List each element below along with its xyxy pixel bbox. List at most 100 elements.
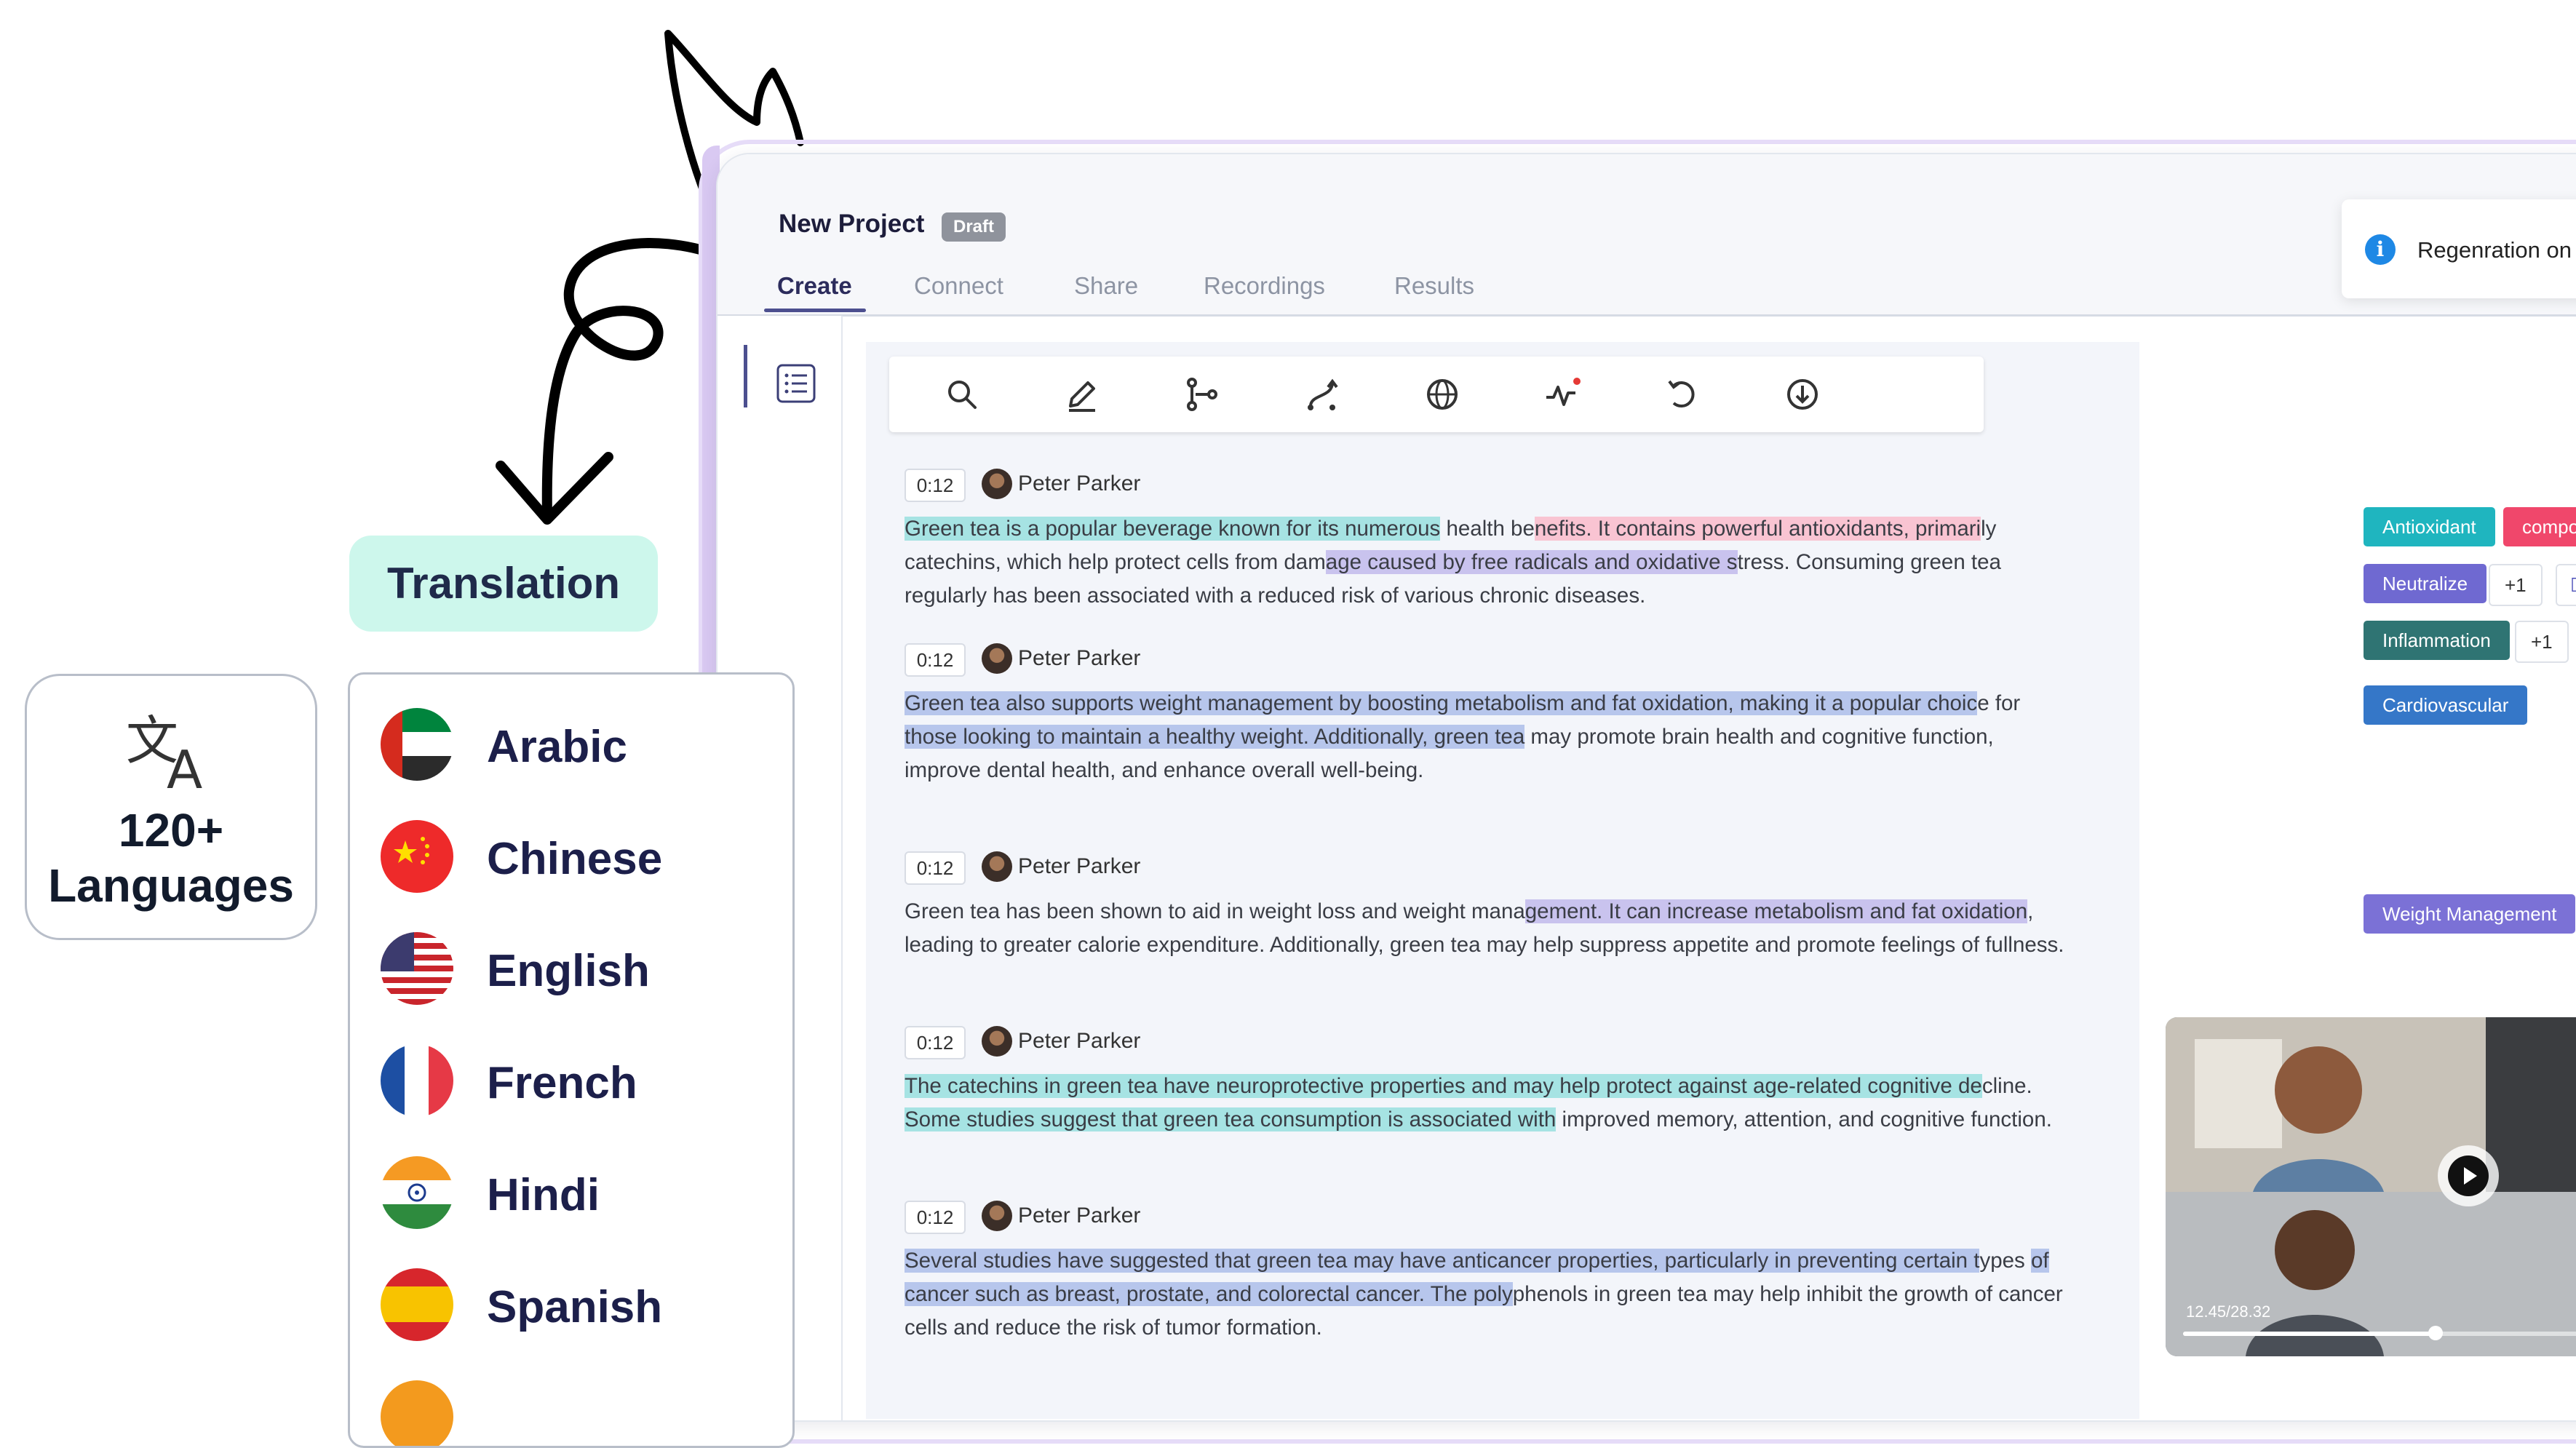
language-item[interactable]: Chinese	[381, 816, 788, 896]
tag-cardiovascular[interactable]: Cardiovascular	[2364, 685, 2528, 725]
language-name: Chinese	[487, 834, 663, 884]
tag-antioxidant[interactable]: Antioxidant	[2364, 507, 2495, 546]
play-icon	[2448, 1155, 2489, 1196]
tag-compound[interactable]: compound	[2503, 507, 2576, 546]
highlighted-phrase[interactable]: those looking to maintain a healthy weig…	[905, 725, 1525, 749]
comment-count-chip[interactable]: ☐ 2	[2556, 564, 2576, 606]
highlighted-phrase[interactable]: Green tea also supports weight managemen…	[905, 691, 1978, 715]
segment-timestamp[interactable]: 0:12	[905, 643, 966, 677]
video-scrubber-handle[interactable]	[2428, 1326, 2443, 1340]
text-run: ypes	[1979, 1249, 2031, 1273]
flag-icon	[381, 1380, 453, 1446]
project-title: New Project	[779, 210, 925, 238]
status-badge: Draft	[942, 212, 1006, 242]
spain-flag-icon	[381, 1268, 453, 1341]
language-list: Arabic Chinese English French Hindi Span…	[348, 672, 795, 1448]
toolbar	[889, 357, 1984, 432]
highlighted-phrase[interactable]: age caused by free radicals and oxidativ…	[1325, 550, 1738, 574]
text-run: improved memory, attention, and cognitiv…	[1556, 1107, 2052, 1131]
avatar	[982, 851, 1012, 882]
tab-results[interactable]: Results	[1394, 272, 1474, 300]
more-tags-chip[interactable]: +1	[2515, 621, 2569, 663]
segment-timestamp[interactable]: 0:12	[905, 1201, 966, 1234]
translation-label: Translation	[349, 536, 658, 632]
loop-arrow-doodle	[541, 238, 722, 522]
text-run: health be	[1440, 517, 1535, 541]
notice-text: Regenration on P	[2417, 237, 2576, 263]
segment-text[interactable]: Several studies have suggested that gree…	[905, 1244, 2069, 1345]
segment-timestamp[interactable]: 0:12	[905, 1026, 966, 1059]
segment-text[interactable]: Green tea is a popular beverage known fo…	[905, 512, 2069, 613]
language-name: Spanish	[487, 1282, 663, 1332]
project-header: New Project Draft Create Connect Share R…	[717, 154, 2576, 317]
language-item[interactable]: French	[381, 1040, 788, 1120]
highlighted-phrase[interactable]: The catechins in green tea have neuropro…	[905, 1074, 1982, 1098]
language-count-text: 120+ Languages	[27, 803, 315, 913]
china-flag-icon	[381, 820, 453, 893]
info-icon: i	[2365, 234, 2396, 265]
download-icon[interactable]	[1781, 373, 1824, 416]
play-button[interactable]	[2438, 1145, 2499, 1206]
language-count-label: Languages	[48, 859, 294, 912]
highlighted-phrase[interactable]: Some studies suggest that green tea cons…	[905, 1107, 1557, 1131]
avatar	[982, 1201, 1012, 1231]
text-run: Green tea has been shown to aid in weigh…	[905, 899, 1525, 923]
arrow-head-doodle	[496, 452, 613, 525]
tag-inflammation[interactable]: Inflammation	[2364, 621, 2510, 660]
segment-text[interactable]: Green tea also supports weight managemen…	[905, 687, 2069, 787]
avatar	[982, 643, 1012, 674]
language-item[interactable]: Arabic	[381, 704, 788, 784]
text-run: e for	[1977, 691, 2021, 715]
speaker-name: Peter Parker	[1018, 472, 1141, 496]
uae-flag-icon	[381, 708, 453, 781]
india-flag-icon	[381, 1156, 453, 1229]
language-count-number: 120+	[118, 804, 224, 856]
language-count-card: 文 A 120+ Languages	[25, 674, 317, 940]
tab-connect[interactable]: Connect	[914, 272, 1003, 300]
highlighted-phrase[interactable]: gement. It can increase metabolism and f…	[1524, 899, 2028, 923]
language-item-partial[interactable]	[381, 1376, 788, 1446]
search-icon[interactable]	[940, 373, 984, 416]
language-item[interactable]: English	[381, 928, 788, 1008]
speaker-name: Peter Parker	[1018, 1204, 1141, 1228]
branch-icon[interactable]	[1180, 373, 1224, 416]
highlighted-phrase[interactable]: Several studies have suggested that gree…	[905, 1249, 1980, 1273]
regeneration-notice: i Regenration on P	[2342, 199, 2576, 298]
highlighted-phrase[interactable]: nefits. It contains powerful antioxidant…	[1534, 517, 1981, 541]
tab-recordings[interactable]: Recordings	[1204, 272, 1325, 300]
video-timestamp: 12.45/28.32	[2186, 1302, 2271, 1321]
refresh-icon[interactable]	[1661, 373, 1704, 416]
activity-icon[interactable]	[1541, 373, 1584, 416]
tag-neutralize[interactable]: Neutralize	[2364, 564, 2487, 603]
translate-icon: 文 A	[126, 710, 202, 795]
edit-icon[interactable]	[1060, 373, 1104, 416]
video-progress-fill	[2183, 1332, 2436, 1336]
text-run: cline.	[1981, 1074, 2032, 1098]
globe-icon[interactable]	[1420, 373, 1464, 416]
video-preview[interactable]: 12.45/28.32	[2166, 1017, 2576, 1356]
speaker-name: Peter Parker	[1018, 646, 1141, 670]
segment-timestamp[interactable]: 0:12	[905, 851, 966, 885]
usa-flag-icon	[381, 932, 453, 1005]
tab-share[interactable]: Share	[1074, 272, 1138, 300]
speaker-name: Peter Parker	[1018, 854, 1141, 878]
highlighted-phrase[interactable]: Green tea is a popular beverage known fo…	[905, 517, 1441, 541]
segment-text[interactable]: The catechins in green tea have neuropro…	[905, 1070, 2069, 1137]
speaker-name: Peter Parker	[1018, 1029, 1141, 1053]
sidebar-item-transcript[interactable]	[744, 345, 827, 407]
route-icon[interactable]	[1300, 373, 1344, 416]
france-flag-icon	[381, 1044, 453, 1117]
tag-weight-management[interactable]: Weight Management	[2364, 894, 2576, 934]
language-name: French	[487, 1058, 637, 1108]
app-window: New Project Draft Create Connect Share R…	[716, 153, 2576, 1422]
language-item[interactable]: Hindi	[381, 1152, 788, 1232]
language-name: English	[487, 946, 650, 996]
tab-create[interactable]: Create	[777, 272, 852, 300]
segment-timestamp[interactable]: 0:12	[905, 469, 966, 502]
svg-text:A: A	[167, 739, 202, 795]
language-item[interactable]: Spanish	[381, 1264, 788, 1344]
active-tab-indicator	[764, 309, 866, 312]
segment-text[interactable]: Green tea has been shown to aid in weigh…	[905, 895, 2069, 962]
avatar	[982, 469, 1012, 499]
more-tags-chip[interactable]: +1	[2489, 564, 2543, 606]
